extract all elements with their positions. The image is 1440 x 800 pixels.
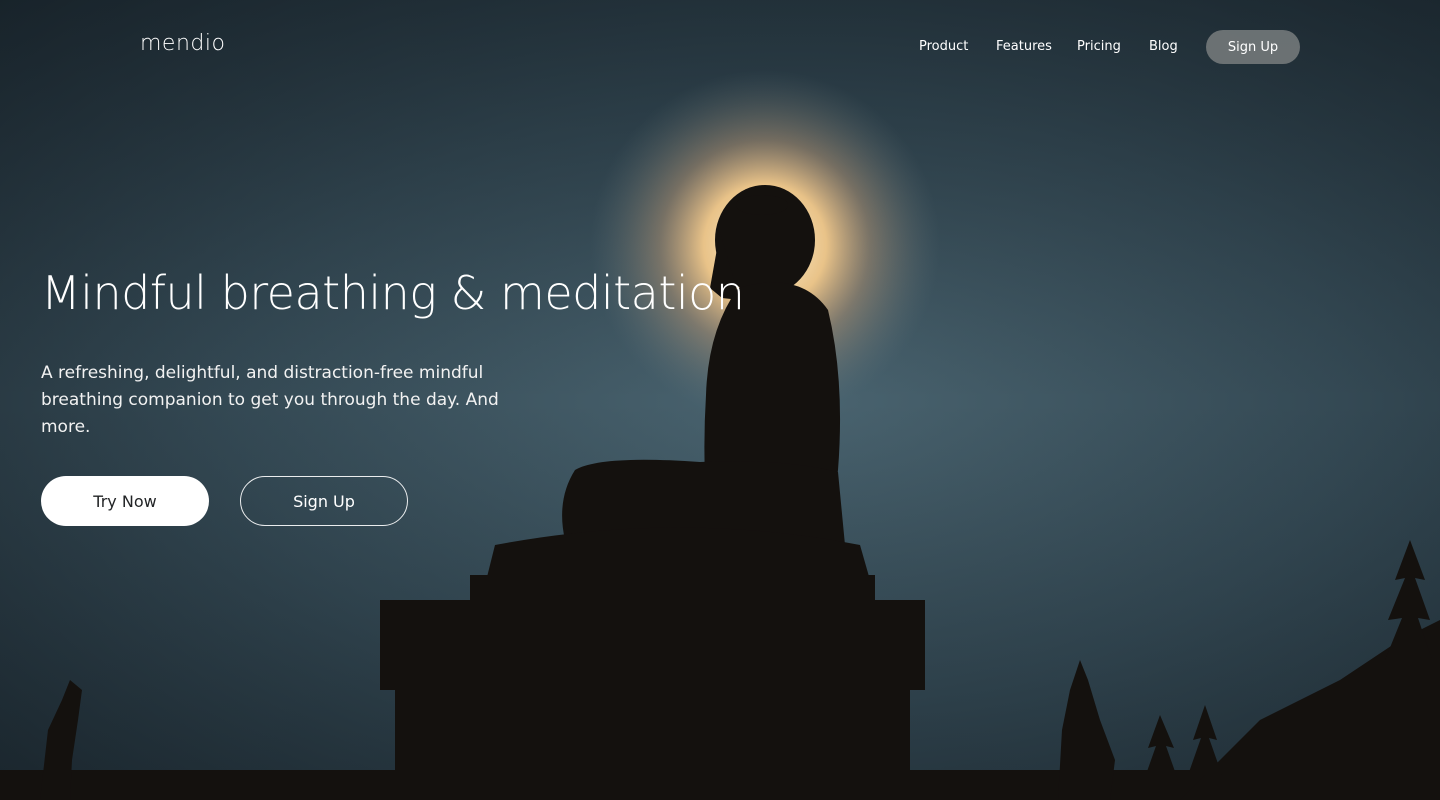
nav-link-blog[interactable]: Blog xyxy=(1149,39,1178,54)
hero-signup-button[interactable]: Sign Up xyxy=(240,476,408,526)
top-navigation: mendio Product Features Pricing Blog Sig… xyxy=(0,0,1440,94)
hero-cta-row: Try Now Sign Up xyxy=(41,476,441,526)
try-now-button[interactable]: Try Now xyxy=(41,476,209,526)
nav-link-features[interactable]: Features xyxy=(996,39,1052,54)
nav-link-pricing[interactable]: Pricing xyxy=(1077,39,1121,54)
nav-signup-button[interactable]: Sign Up xyxy=(1206,30,1300,64)
hero-title: Mindful breathing & meditation xyxy=(41,266,745,320)
hero-content: Mindful breathing & meditation A refresh… xyxy=(41,262,745,441)
nav-link-product[interactable]: Product xyxy=(919,39,968,54)
hero-subtitle: A refreshing, delightful, and distractio… xyxy=(41,363,499,437)
